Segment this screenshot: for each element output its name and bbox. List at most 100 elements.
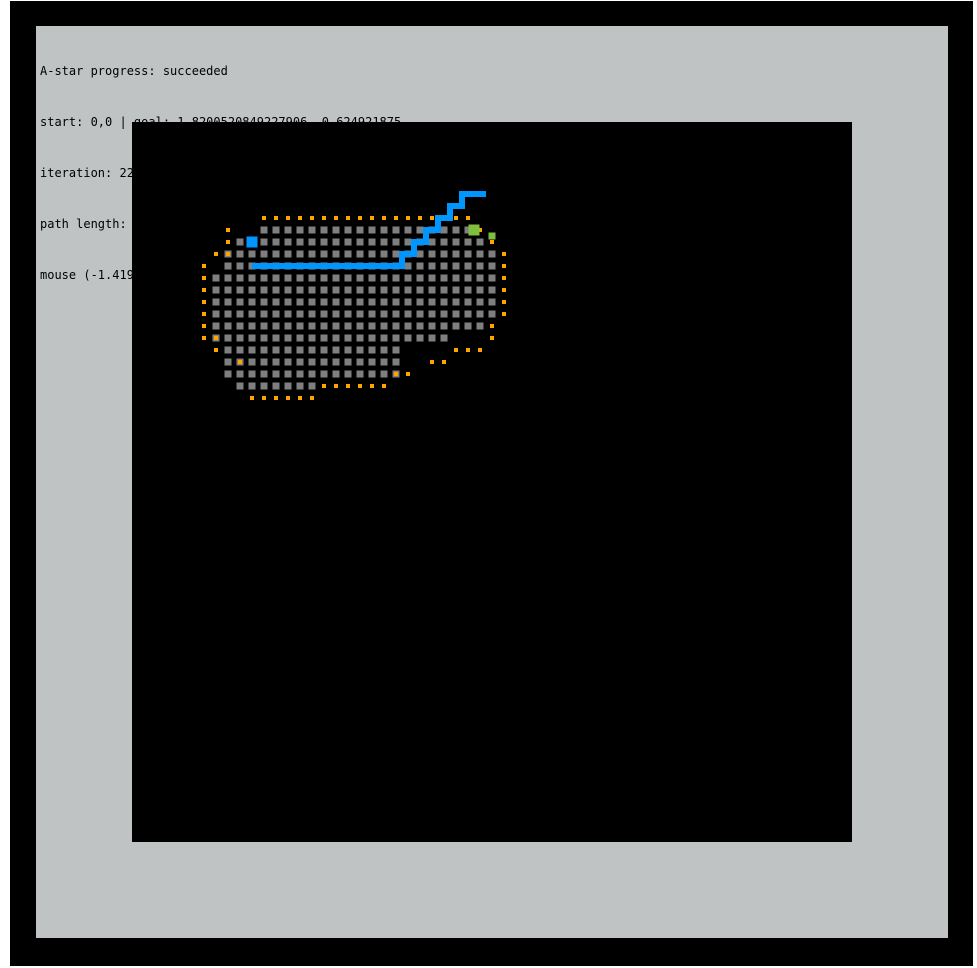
visited-cell [344,226,352,234]
visited-cell [404,262,412,270]
visited-cell [344,334,352,342]
search-grid-canvas[interactable] [132,122,852,842]
visited-cell [260,370,268,378]
visited-cell [320,286,328,294]
visited-cell [416,250,424,258]
visited-cell [356,286,364,294]
visited-cell [464,322,472,330]
visited-cell [452,286,460,294]
visited-cell [356,298,364,306]
frontier-cell [466,348,470,352]
visited-cell [296,238,304,246]
visited-cell [452,238,460,246]
goal-marker [488,232,496,240]
visited-cell [356,238,364,246]
visited-cell [248,334,256,342]
visited-cell [488,262,496,270]
visited-cell [284,322,292,330]
frontier-cell [238,360,242,364]
visited-cell [236,286,244,294]
visited-cell [380,346,388,354]
frontier-cell [286,396,290,400]
visited-cell [404,334,412,342]
visited-cell [308,286,316,294]
visited-cell [212,298,220,306]
frontier-cell [490,336,494,340]
visited-cell [380,250,388,258]
visited-cell [224,370,232,378]
visited-cell [344,358,352,366]
visited-cell [392,286,400,294]
visited-cell [392,238,400,246]
visited-cell [212,274,220,282]
visited-cell [296,226,304,234]
visited-cell [260,298,268,306]
visited-cell [368,346,376,354]
frontier-cell [262,396,266,400]
progress-status-line: A-star progress: succeeded [40,64,228,78]
visited-cell [332,274,340,282]
visited-cell [272,226,280,234]
visited-cell [368,310,376,318]
visited-cell [272,250,280,258]
visited-cell [368,250,376,258]
visited-cell [440,310,448,318]
visited-cell [440,238,448,246]
visited-cell [344,322,352,330]
visited-cell [380,310,388,318]
visited-cell [476,274,484,282]
frontier-cell [310,396,314,400]
visited-cell [440,334,448,342]
visited-cell [356,322,364,330]
visited-cell [332,346,340,354]
visited-cell [284,334,292,342]
visited-cell [248,274,256,282]
frontier-cell [226,252,230,256]
frontier-cell [214,348,218,352]
visited-cell [272,382,280,390]
visited-cell [356,274,364,282]
visited-cell [332,286,340,294]
visited-cell [272,274,280,282]
visited-cell [392,322,400,330]
visited-cell [464,274,472,282]
visited-cell [344,238,352,246]
visited-cell [236,262,244,270]
visited-cell [212,322,220,330]
visited-cell [356,370,364,378]
visited-cell [308,334,316,342]
visited-cell [404,226,412,234]
visited-cell [404,286,412,294]
visited-cell [428,286,436,294]
visited-cell [308,370,316,378]
visited-cell [236,298,244,306]
visited-cell [236,334,244,342]
visited-cell [380,238,388,246]
visited-cell [296,286,304,294]
visited-cell [296,250,304,258]
visited-cell [308,382,316,390]
visited-cell [392,310,400,318]
frontier-cell [394,372,398,376]
visited-cell [284,298,292,306]
frontier-cell [454,216,458,220]
visited-cell [272,358,280,366]
visited-cell [428,322,436,330]
frontier-cell [202,276,206,280]
visited-cell [332,250,340,258]
visited-cell [284,250,292,258]
visited-cell [368,274,376,282]
visualization-panel: A-star progress: succeeded start: 0,0 | … [36,26,948,938]
visited-cell [428,310,436,318]
visited-cell [296,298,304,306]
visited-cell [368,358,376,366]
visited-cell [248,346,256,354]
visited-cell [284,310,292,318]
frontier-cell [202,300,206,304]
visited-cell [284,346,292,354]
visited-cell [344,298,352,306]
visited-cell [260,238,268,246]
visited-cell [344,250,352,258]
visited-cell [416,310,424,318]
visited-cell [452,226,460,234]
